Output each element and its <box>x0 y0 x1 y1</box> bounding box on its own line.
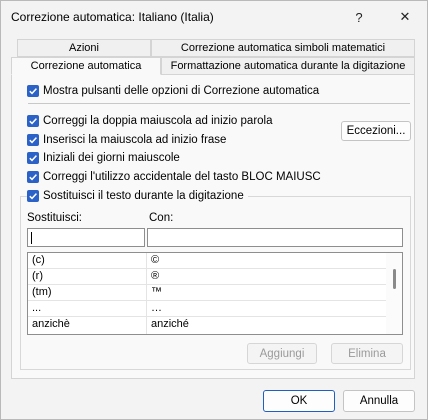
button-label: OK <box>290 395 308 407</box>
tab-autoformat-as-you-type[interactable]: Formattazione automatica durante la digi… <box>161 57 415 75</box>
separator <box>28 103 410 104</box>
delete-button[interactable]: Elimina <box>331 343 403 364</box>
list-item[interactable]: (c) © <box>28 253 386 269</box>
tab-correzione-automatica[interactable]: Correzione automatica <box>11 57 161 75</box>
tab-label: Correzione automatica <box>30 60 142 72</box>
sentence-caps-option[interactable]: Inserisci la maiuscola ad inizio frase <box>27 134 226 146</box>
tab-azioni[interactable]: Azioni <box>17 39 151 57</box>
button-label: Annulla <box>359 395 399 407</box>
replacement-list[interactable]: (c) © (r) ® (tm) ™ ... … anzichè anziché <box>27 252 403 335</box>
ok-button[interactable]: OK <box>263 390 335 412</box>
double-caps-option[interactable]: Correggi la doppia maiuscola ad inizio p… <box>27 115 273 127</box>
tab-math-autocorrect[interactable]: Correzione automatica simboli matematici <box>151 39 415 57</box>
list-item[interactable]: ... … <box>28 301 386 317</box>
close-button[interactable]: ✕ <box>385 5 425 29</box>
help-icon: ? <box>355 9 363 25</box>
entry-from: (tm) <box>32 286 52 298</box>
option-label: Inserisci la maiuscola ad inizio frase <box>43 134 227 146</box>
entry-from: (c) <box>32 254 45 266</box>
list-item[interactable]: (r) ® <box>28 269 386 285</box>
day-caps-option[interactable]: Iniziali dei giorni maiuscole <box>27 152 180 164</box>
checkbox-checked-icon[interactable] <box>27 171 39 183</box>
button-label: Eccezioni... <box>346 125 406 137</box>
option-label: Mostra pulsanti delle opzioni di Correzi… <box>43 85 320 97</box>
with-label: Con: <box>149 212 174 224</box>
window-title: Correzione automatica: Italiano (Italia) <box>11 10 214 24</box>
option-label: Correggi la doppia maiuscola ad inizio p… <box>43 115 273 127</box>
close-icon: ✕ <box>399 9 411 24</box>
add-button[interactable]: Aggiungi <box>247 343 317 364</box>
replace-text-option[interactable]: Sostituisci il testo durante la digitazi… <box>27 190 248 202</box>
list-item[interactable]: anzichè anziché <box>28 317 386 333</box>
caps-lock-option[interactable]: Correggi l'utilizzo accidentale del tast… <box>27 171 321 183</box>
text-caret <box>31 232 32 244</box>
tab-label: Formattazione automatica durante la digi… <box>170 60 406 72</box>
option-label: Iniziali dei giorni maiuscole <box>43 152 180 164</box>
entry-to: ™ <box>151 286 162 298</box>
option-label: Correggi l'utilizzo accidentale del tast… <box>43 171 321 183</box>
replace-input[interactable] <box>27 228 145 247</box>
checkbox-checked-icon[interactable] <box>27 190 39 202</box>
tab-label: Azioni <box>69 42 99 54</box>
replace-label: Sostituisci: <box>27 212 82 224</box>
button-label: Elimina <box>348 347 386 360</box>
show-buttons-option[interactable]: Mostra pulsanti delle opzioni di Correzi… <box>27 85 319 97</box>
checkbox-checked-icon[interactable] <box>27 134 39 146</box>
tab-label: Correzione automatica simboli matematici <box>180 42 386 54</box>
entry-to: anziché <box>151 318 189 330</box>
entry-from: ... <box>32 302 42 314</box>
cancel-button[interactable]: Annulla <box>343 390 415 412</box>
title-bar: Correzione automatica: Italiano (Italia)… <box>1 1 427 33</box>
help-button[interactable]: ? <box>339 5 379 29</box>
entry-from: (r) <box>32 270 43 282</box>
checkbox-checked-icon[interactable] <box>27 115 39 127</box>
scrollbar-thumb[interactable] <box>393 269 396 289</box>
checkbox-checked-icon[interactable] <box>27 85 39 97</box>
option-label: Sostituisci il testo durante la digitazi… <box>43 190 244 202</box>
entry-from: anzichè <box>32 318 70 330</box>
list-scrollbar[interactable] <box>386 253 402 334</box>
entry-to: © <box>151 254 160 266</box>
checkbox-checked-icon[interactable] <box>27 152 39 164</box>
with-input[interactable] <box>147 228 403 247</box>
exceptions-button[interactable]: Eccezioni... <box>341 121 411 141</box>
autocorrect-dialog: Correzione automatica: Italiano (Italia)… <box>0 0 428 420</box>
list-item[interactable]: (tm) ™ <box>28 285 386 301</box>
entry-to: ® <box>151 270 160 282</box>
button-label: Aggiungi <box>259 347 305 360</box>
entry-to: … <box>151 302 162 314</box>
